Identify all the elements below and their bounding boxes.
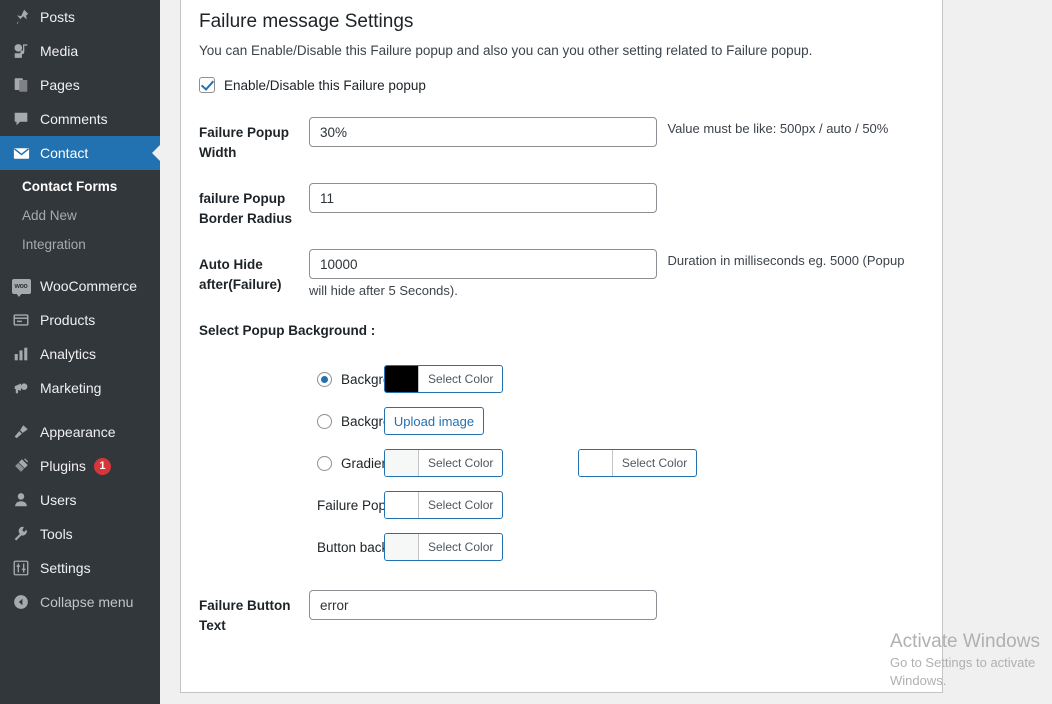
sidebar-item-media[interactable]: Media [0, 34, 160, 68]
gradient-start-swatch [385, 450, 419, 476]
sidebar-item-woocommerce[interactable]: woo WooCommerce [0, 269, 160, 303]
select-color-label: Select Color [428, 456, 494, 470]
select-color-label: Select Color [428, 372, 494, 386]
field-row-popup-width: Failure Popup Width Value must be like: … [199, 117, 924, 163]
media-icon [11, 41, 31, 61]
appearance-icon [11, 422, 31, 442]
option-row-background-color: Background Color Select Color [199, 362, 924, 396]
plugins-update-badge: 1 [93, 457, 111, 475]
sidebar-item-label: Analytics [40, 346, 97, 362]
auto-hide-input[interactable] [309, 249, 657, 279]
sidebar-item-analytics[interactable]: Analytics [0, 337, 160, 371]
sidebar-divider [0, 405, 160, 415]
select-color-label: Select Color [621, 456, 688, 470]
background-image-radio[interactable] [317, 413, 332, 429]
enable-failure-popup-label: Enable/Disable this Failure popup [224, 77, 426, 93]
select-color-label: Select Color [428, 498, 494, 512]
background-section-title: Select Popup Background : [199, 323, 376, 338]
button-text-label: Failure Button Text [199, 598, 291, 633]
submenu-item-contact-forms[interactable]: Contact Forms [0, 172, 160, 201]
sidebar-item-users[interactable]: Users [0, 483, 160, 517]
envelope-icon [11, 143, 31, 163]
background-color-select-button[interactable]: Select Color [384, 365, 504, 393]
sidebar-item-products[interactable]: Products [0, 303, 160, 337]
sidebar-item-settings[interactable]: Settings [0, 551, 160, 585]
submenu-item-add-new[interactable]: Add New [0, 201, 160, 230]
settings-panel: Failure message Settings You can Enable/… [180, 0, 943, 693]
admin-screen: Posts Media Pages Comments Contact Conta… [0, 0, 1052, 704]
users-icon [11, 490, 31, 510]
submenu-item-integration[interactable]: Integration [0, 230, 160, 259]
field-row-auto-hide: Auto Hide after(Failure) Duration in mil… [199, 249, 924, 303]
button-background-color-select-button[interactable]: Select Color [384, 533, 504, 561]
sidebar-item-label: Contact [40, 145, 89, 161]
sidebar-item-label: Comments [40, 111, 108, 127]
sidebar-item-label: Marketing [40, 380, 102, 396]
sidebar-item-label: Users [40, 492, 77, 508]
border-radius-label: failure Popup Border Radius [199, 191, 293, 226]
pages-icon [11, 75, 31, 95]
sidebar-item-label: Settings [40, 560, 91, 576]
sidebar-item-posts[interactable]: Posts [0, 0, 160, 34]
upload-image-button[interactable]: Upload image [384, 407, 484, 435]
settings-icon [11, 558, 31, 578]
sidebar-item-collapse-menu[interactable]: Collapse menu [0, 585, 160, 619]
woocommerce-icon: woo [11, 276, 31, 297]
sidebar-item-label: Plugins [40, 458, 86, 474]
option-row-text-color: Failure Popup Text Color Select Color [199, 488, 924, 522]
analytics-icon [11, 344, 31, 364]
border-radius-input[interactable] [309, 183, 657, 213]
background-color-radio[interactable] [317, 371, 332, 387]
contact-submenu: Contact Forms Add New Integration [0, 170, 160, 269]
popup-width-input[interactable] [309, 117, 657, 147]
active-arrow-icon [152, 145, 160, 161]
admin-sidebar: Posts Media Pages Comments Contact Conta… [0, 0, 160, 704]
enable-failure-popup-checkbox[interactable] [199, 77, 215, 93]
comments-icon [11, 109, 31, 129]
button-text-input[interactable] [309, 590, 657, 620]
gradient-start-color-button[interactable]: Select Color [384, 449, 504, 477]
sidebar-item-label: Products [40, 312, 96, 328]
products-icon [11, 310, 31, 330]
enable-failure-popup-row: Enable/Disable this Failure popup [199, 77, 924, 93]
plugins-icon [11, 456, 31, 476]
collapse-icon [11, 592, 31, 612]
sidebar-item-appearance[interactable]: Appearance [0, 415, 160, 449]
text-color-swatch [385, 492, 419, 518]
button-background-swatch [385, 534, 419, 560]
tools-icon [11, 524, 31, 544]
text-color-select-button[interactable]: Select Color [384, 491, 504, 519]
gradient-end-swatch [578, 450, 613, 476]
option-row-background-image: Background Image Upload image [199, 404, 924, 438]
sidebar-item-label: Posts [40, 9, 76, 25]
popup-width-label: Failure Popup Width [199, 125, 290, 160]
sidebar-item-contact[interactable]: Contact [0, 136, 160, 170]
gradient-end-color-button[interactable]: Select Color [577, 449, 698, 477]
field-row-border-radius: failure Popup Border Radius [199, 183, 924, 229]
sidebar-item-marketing[interactable]: Marketing [0, 371, 160, 405]
sidebar-item-pages[interactable]: Pages [0, 68, 160, 102]
sidebar-item-label: WooCommerce [40, 278, 137, 294]
sidebar-item-plugins[interactable]: Plugins 1 [0, 449, 160, 483]
option-row-gradient-color: Gradient Color Select Color Select Color [199, 446, 924, 480]
sidebar-item-tools[interactable]: Tools [0, 517, 160, 551]
sidebar-item-label: Pages [40, 77, 80, 93]
select-color-label: Select Color [428, 540, 494, 554]
sidebar-item-label: Media [40, 43, 79, 59]
field-row-button-text: Failure Button Text [199, 590, 924, 636]
background-color-swatch [385, 366, 419, 392]
page-title: Failure message Settings [199, 11, 414, 32]
option-row-button-background-color: Button background color Select Color [199, 530, 924, 564]
sidebar-item-label: Appearance [40, 424, 116, 440]
gradient-color-radio[interactable] [317, 455, 332, 471]
pin-icon [11, 7, 31, 27]
popup-width-hint: Value must be like: 500px / auto / 50% [667, 121, 889, 136]
page-description: You can Enable/Disable this Failure popu… [199, 43, 813, 58]
main-content: Failure message Settings You can Enable/… [160, 0, 1052, 704]
auto-hide-label: Auto Hide after(Failure) [199, 257, 282, 292]
sidebar-item-label: Tools [40, 526, 73, 542]
marketing-icon [11, 378, 31, 398]
sidebar-item-label: Collapse menu [40, 594, 134, 610]
sidebar-item-comments[interactable]: Comments [0, 102, 160, 136]
